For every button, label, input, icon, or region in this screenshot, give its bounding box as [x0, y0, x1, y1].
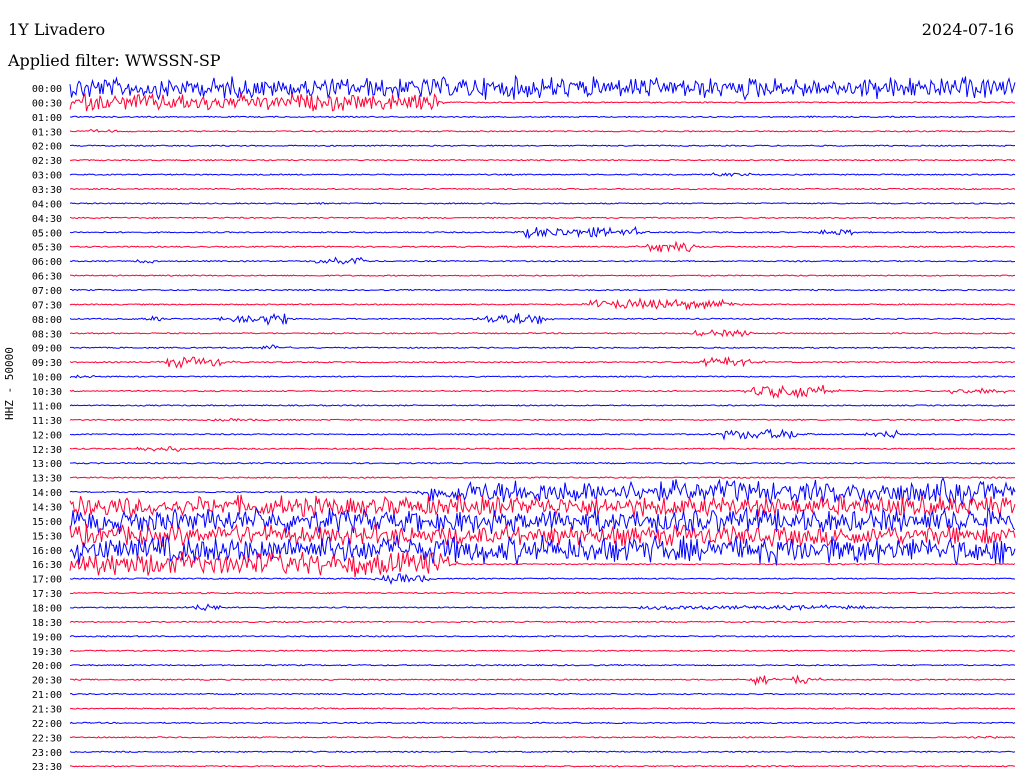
time-label: 18:30: [32, 618, 62, 629]
time-label: 23:30: [32, 762, 62, 773]
trace-line: [69, 115, 1016, 119]
time-label: 13:30: [32, 474, 62, 485]
time-label: 14:00: [32, 488, 62, 499]
trace-line: [69, 765, 1015, 768]
time-label: 12:00: [32, 430, 62, 441]
trace-line: [69, 446, 1016, 453]
time-label: 17:00: [32, 575, 62, 586]
trace-line: [69, 663, 1016, 667]
trace-line: [69, 74, 1016, 101]
trace-line: [69, 591, 1016, 595]
time-label: 10:00: [32, 373, 62, 384]
time-label: 11:00: [32, 401, 62, 412]
trace-line: [69, 356, 1015, 370]
time-label: 15:00: [32, 517, 62, 528]
time-label: 09:30: [32, 358, 62, 369]
trace-line: [69, 226, 1016, 240]
time-label: 03:30: [32, 185, 62, 196]
time-label: 10:30: [32, 387, 62, 398]
time-label: 17:30: [32, 589, 62, 600]
time-label: 04:30: [32, 214, 62, 225]
time-label: 00:00: [32, 84, 62, 95]
time-label: 09:00: [32, 344, 62, 355]
trace-line: [69, 404, 1016, 407]
trace-line: [69, 128, 1016, 133]
trace-line: [69, 692, 1016, 696]
trace-line: [70, 344, 1016, 350]
trace-line: [69, 216, 1016, 220]
time-label: 08:00: [32, 315, 62, 326]
trace-line: [69, 461, 1016, 465]
trace-line: [69, 297, 1016, 311]
time-label: 12:30: [32, 445, 62, 456]
time-label: 00:30: [32, 98, 62, 109]
time-label: 03:00: [32, 171, 62, 182]
trace-line: [69, 202, 1016, 206]
time-label: 14:30: [32, 502, 62, 513]
time-label: 15:30: [32, 531, 62, 542]
trace-line: [69, 312, 1016, 326]
time-label: 05:30: [32, 243, 62, 254]
time-label: 20:00: [32, 661, 62, 672]
trace-line: [69, 256, 1016, 265]
time-label: 04:00: [32, 199, 62, 210]
trace-line: [69, 428, 1016, 441]
time-label: 01:30: [32, 127, 62, 138]
trace-line: [69, 144, 1016, 147]
trace-line: [69, 187, 1016, 191]
time-label: 02:00: [32, 142, 62, 153]
time-label: 21:00: [32, 690, 62, 701]
time-label: 22:30: [32, 733, 62, 744]
time-label: 16:30: [32, 560, 62, 571]
trace-line: [69, 384, 1016, 399]
trace-line: [69, 750, 1016, 753]
trace-line: [69, 92, 1016, 112]
trace-line: [69, 620, 1016, 624]
time-label: 19:00: [32, 632, 62, 643]
trace-line: [69, 534, 1016, 566]
trace-line: [69, 649, 1016, 653]
trace-line: [69, 158, 1016, 162]
time-label: 16:00: [32, 546, 62, 557]
time-label: 02:30: [32, 156, 62, 167]
time-label: 08:30: [32, 329, 62, 340]
trace-line: [69, 573, 1016, 585]
time-label: 06:30: [32, 272, 62, 283]
time-label: 21:30: [32, 704, 62, 715]
trace-line: [69, 172, 1016, 177]
time-label: 07:00: [32, 286, 62, 297]
trace-line: [70, 288, 1016, 292]
time-label: 19:30: [32, 647, 62, 658]
trace-line: [69, 418, 1016, 422]
time-label: 23:00: [32, 748, 62, 759]
time-label: 20:30: [32, 676, 62, 687]
trace-line: [70, 603, 1016, 612]
time-label: 06:00: [32, 257, 62, 268]
trace-line: [69, 674, 1016, 687]
time-label: 05:00: [32, 228, 62, 239]
helicorder-plot: 00:00 00:30 01:00 01:30 02:00 02:30 03:00 03:30…: [32, 74, 1016, 773]
trace-line: [69, 476, 1016, 505]
trace-line: [69, 735, 1016, 739]
time-label: 11:30: [32, 416, 62, 427]
time-label: 07:30: [32, 300, 62, 311]
trace-line: [69, 707, 1016, 710]
trace-line: [69, 240, 1016, 253]
trace-line: [69, 274, 1016, 277]
trace-line: [69, 476, 1016, 479]
time-label: 01:00: [32, 113, 62, 124]
time-label: 13:00: [32, 459, 62, 470]
trace-line: [69, 721, 1016, 725]
trace-line: [69, 634, 1016, 638]
trace-line: [69, 374, 1016, 379]
time-label: 22:00: [32, 719, 62, 730]
trace-line: [69, 329, 1016, 338]
time-label: 18:00: [32, 603, 62, 614]
